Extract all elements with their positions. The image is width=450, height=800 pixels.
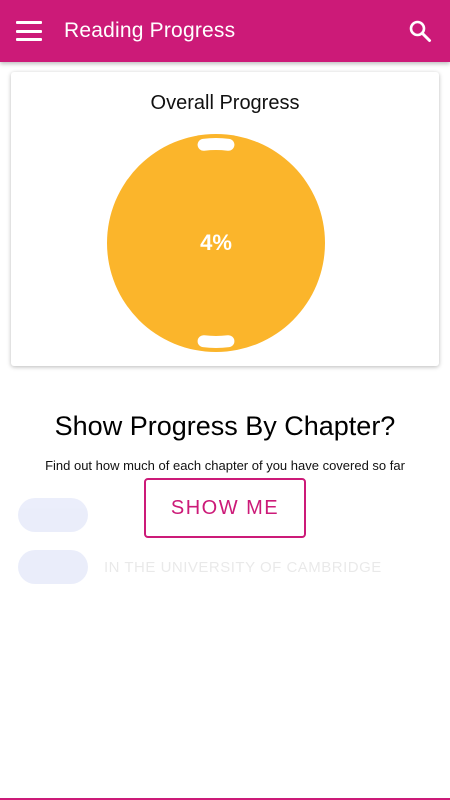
list-item: IN THE UNIVERSITY OF CAMBRIDGE xyxy=(18,550,382,584)
page-title: Reading Progress xyxy=(64,19,236,42)
show-me-button[interactable]: SHOW ME xyxy=(144,478,306,538)
progress-percent: 4% xyxy=(200,230,232,255)
chapter-title: IN THE UNIVERSITY OF CAMBRIDGE xyxy=(104,558,382,576)
chapter-pill xyxy=(18,550,88,584)
tip-subtitle: Find out how much of each chapter of you… xyxy=(45,458,405,473)
app-bar: Reading Progress xyxy=(0,0,450,62)
overall-progress-title: Overall Progress xyxy=(150,92,300,114)
progress-arc-top xyxy=(197,138,235,151)
overall-progress-card: Overall Progress 4% xyxy=(11,72,439,366)
list-item xyxy=(18,498,88,532)
menu-icon[interactable] xyxy=(16,21,42,41)
progress-arc-bottom xyxy=(197,335,235,348)
search-icon[interactable] xyxy=(408,19,432,43)
overall-progress-circle: 4% xyxy=(105,132,327,354)
tip-title: Show Progress By Chapter? xyxy=(54,411,396,441)
chapter-pill xyxy=(18,498,88,532)
